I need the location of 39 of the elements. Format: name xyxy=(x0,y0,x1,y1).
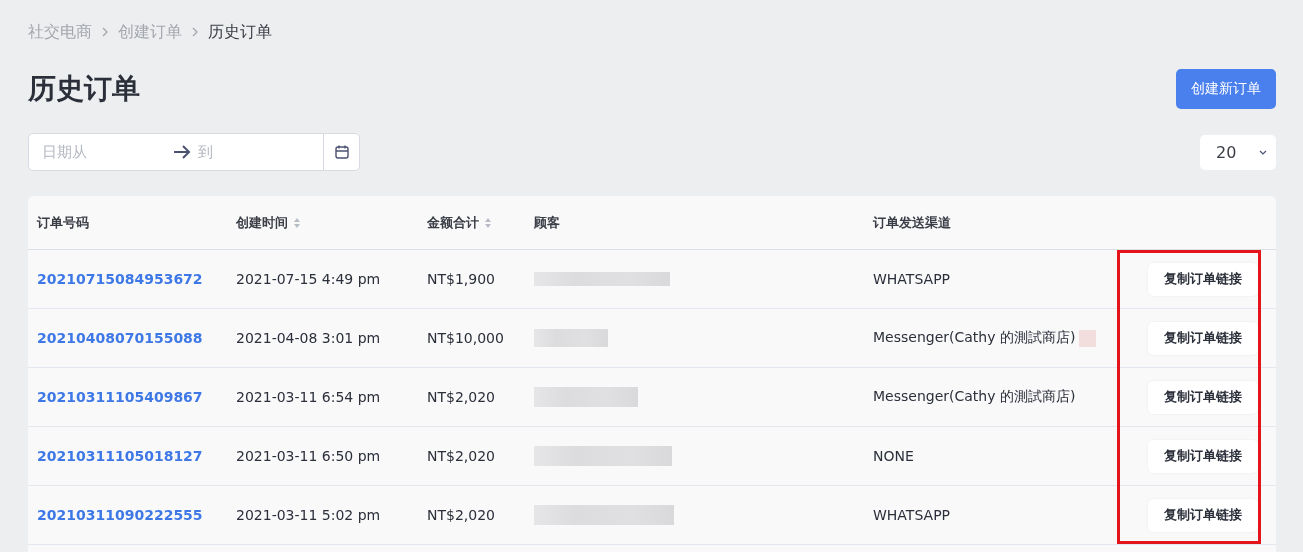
create-order-button[interactable]: 创建新订单 xyxy=(1176,69,1276,109)
table-cell-text: 2021-07-15 4:49 pm xyxy=(236,271,382,287)
table-cell-text: NT$2,020 xyxy=(427,389,496,405)
page-title: 历史订单 xyxy=(28,71,140,107)
table-cell: WHATSAPP xyxy=(873,271,951,287)
table-cell-text: 2021-03-11 5:02 pm xyxy=(236,507,382,523)
date-range-field[interactable]: 日期从 到 xyxy=(28,133,360,171)
column-header: 顾客 xyxy=(534,213,561,232)
copy-link-button[interactable]: 复制订单链接 xyxy=(1148,498,1258,532)
table-cell: WHATSAPP xyxy=(873,507,951,523)
table-cell: Messenger(Cathy 的測試商店) xyxy=(873,329,1076,347)
chevron-icon xyxy=(100,27,110,37)
column-header: 订单发送渠道 xyxy=(873,213,952,232)
date-from-input[interactable]: 日期从 xyxy=(29,134,169,170)
table-cell-text: NT$1,900 xyxy=(427,271,496,287)
copy-link-button[interactable]: 复制订单链接 xyxy=(1148,262,1258,296)
column-header[interactable]: 创建时间 xyxy=(236,213,427,232)
order-number-link[interactable]: 20210311105409867 xyxy=(37,389,203,405)
table-cell-text: NT$2,020 xyxy=(427,507,496,523)
column-header[interactable]: 金额合计 xyxy=(427,213,534,232)
table-cell-text: 2021-04-08 3:01 pm xyxy=(236,330,382,346)
copy-link-button[interactable]: 复制订单链接 xyxy=(1148,380,1258,414)
table-cell: Messenger(Cathy 的測試商店) xyxy=(873,388,1076,406)
column-header: 订单号码 xyxy=(37,213,90,232)
table-cell-text: 2021-03-11 6:50 pm xyxy=(236,448,382,464)
order-number-link[interactable]: 20210715084953672 xyxy=(37,271,203,287)
chevron-icon xyxy=(190,27,200,37)
calendar-icon[interactable] xyxy=(333,144,350,160)
date-to-input[interactable]: 到 xyxy=(196,134,316,170)
order-number-link[interactable]: 20210311105018127 xyxy=(37,448,203,464)
page-size-select[interactable]: 20 xyxy=(1200,134,1276,170)
table-cell-text: NT$2,020 xyxy=(427,448,496,464)
table-cell-text: NT$10,000 xyxy=(427,330,505,346)
copy-link-button[interactable]: 复制订单链接 xyxy=(1148,321,1258,355)
copy-link-button[interactable]: 复制订单链接 xyxy=(1148,439,1258,473)
order-number-link[interactable]: 20210408070155088 xyxy=(37,330,203,346)
table-cell-text: 2021-03-11 6:54 pm xyxy=(236,389,382,405)
order-number-link[interactable]: 20210311090222555 xyxy=(37,507,203,523)
table-cell: NONE xyxy=(873,448,914,464)
